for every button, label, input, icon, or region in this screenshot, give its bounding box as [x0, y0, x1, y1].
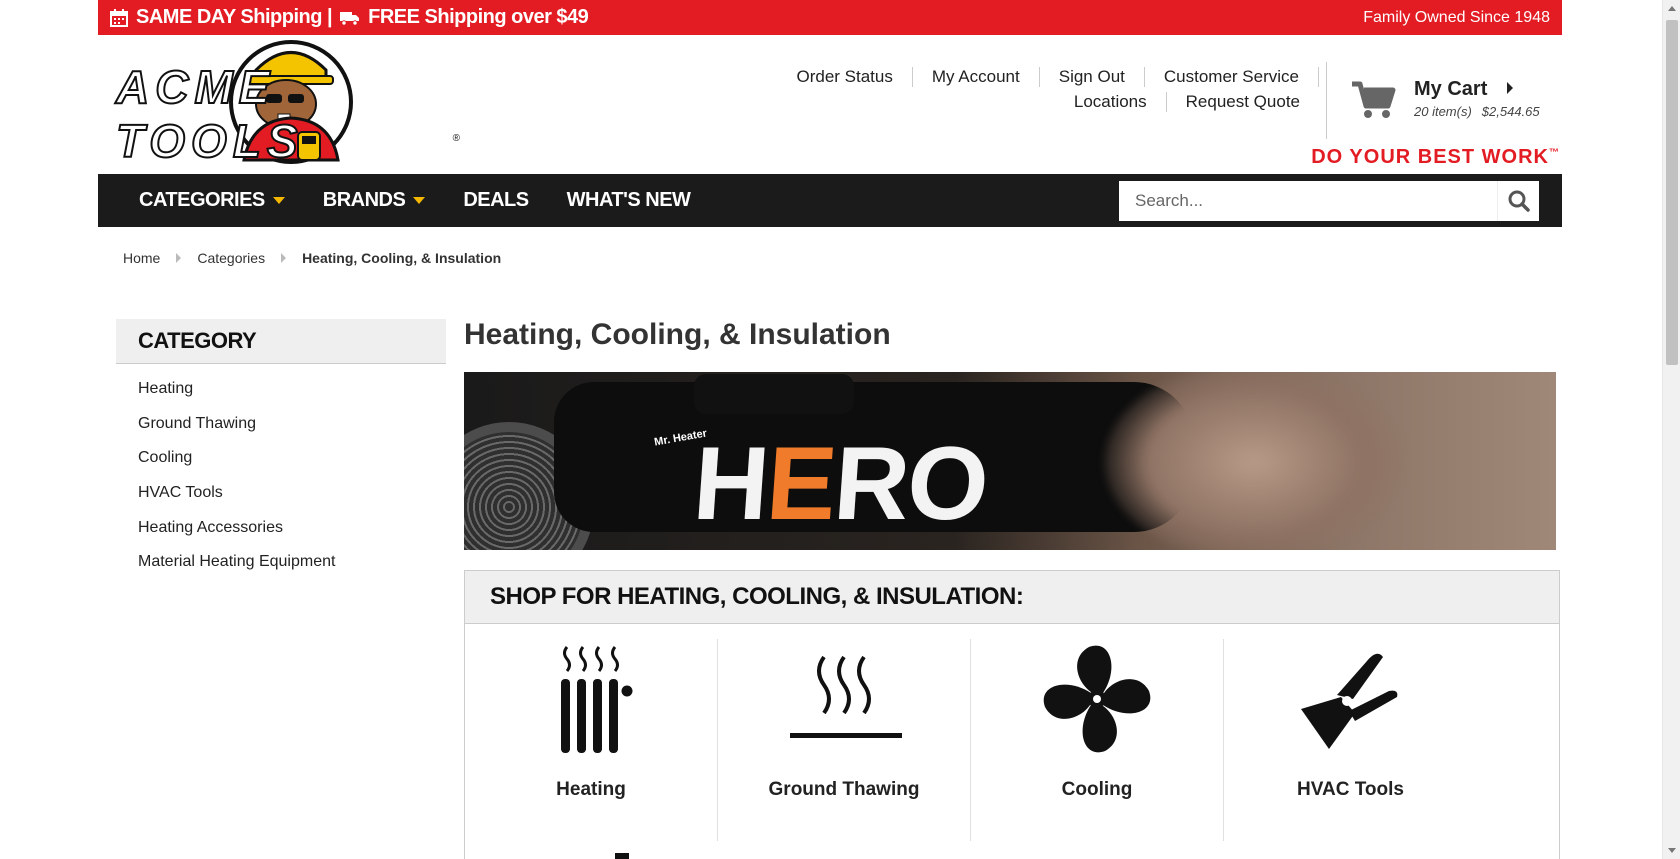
breadcrumb-home[interactable]: Home: [123, 250, 160, 266]
shopping-cart-icon: [1352, 81, 1396, 118]
scroll-down-arrow-icon[interactable]: [1668, 848, 1676, 853]
family-owned-text: Family Owned Since 1948: [1363, 8, 1550, 26]
account-links-row-2: Locations Request Quote: [759, 89, 1319, 114]
truck-icon: [340, 11, 360, 26]
shop-section: SHOP FOR HEATING, COOLING, & INSULATION:…: [464, 570, 1560, 859]
shop-grid: Heating Ground Thawing Cooling HVAC Tool…: [465, 624, 1559, 841]
search-input[interactable]: [1119, 181, 1497, 221]
promo-shipping[interactable]: SAME DAY Shipping | FREE Shipping over $…: [110, 6, 589, 29]
hero-word: HERO: [690, 426, 991, 542]
order-status-link[interactable]: Order Status: [777, 67, 911, 87]
sidebar-list: Heating Ground Thawing Cooling HVAC Tool…: [116, 380, 446, 588]
shop-tile-heating[interactable]: Heating: [465, 639, 718, 841]
nav-whats-new[interactable]: WHAT'S NEW: [567, 189, 691, 212]
breadcrumb-current: Heating, Cooling, & Insulation: [302, 250, 502, 266]
breadcrumb-separator-icon: [176, 253, 182, 263]
shop-tile-hvac-tools[interactable]: HVAC Tools: [1224, 639, 1477, 841]
nav-brands[interactable]: BRANDS: [323, 189, 426, 212]
breadcrumb-separator-icon: [281, 253, 287, 263]
crimper-icon: [1300, 653, 1397, 749]
breadcrumb: Home Categories Heating, Cooling, & Insu…: [123, 250, 501, 266]
shop-tile-cooling[interactable]: Cooling: [971, 639, 1224, 841]
sidebar-item-heating[interactable]: Heating: [138, 380, 446, 415]
heater-handle: [694, 374, 854, 414]
radiator-icon: [561, 646, 633, 753]
caret-down-icon: [272, 197, 285, 204]
nav-brands-label: BRANDS: [322, 189, 406, 211]
search-button[interactable]: [1497, 181, 1539, 221]
promo-same-day: SAME DAY Shipping |: [136, 6, 333, 28]
request-quote-link[interactable]: Request Quote: [1165, 91, 1319, 112]
logo-registered-mark: ®: [452, 133, 460, 144]
shop-tile-ground-thawing[interactable]: Ground Thawing: [718, 639, 971, 841]
shop-tile-cooling-label: Cooling: [1061, 779, 1133, 800]
customer-service-link[interactable]: Customer Service: [1143, 66, 1319, 87]
sign-out-link[interactable]: Sign Out: [1038, 66, 1144, 87]
my-account-link[interactable]: My Account: [911, 66, 1039, 87]
page-scrollbar[interactable]: [1662, 0, 1680, 859]
promo-bar: SAME DAY Shipping | FREE Shipping over $…: [98, 0, 1562, 35]
fan-icon: [1043, 645, 1151, 753]
locations-link[interactable]: Locations: [1055, 92, 1166, 112]
hero-banner[interactable]: Mr. Heater HERO: [464, 372, 1556, 550]
promo-free-shipping: FREE Shipping over $49: [368, 6, 589, 28]
account-links: Order Status My Account Sign Out Custome…: [759, 64, 1319, 114]
next-row-icon-peek: [615, 853, 629, 859]
sidebar-item-heating-accessories[interactable]: Heating Accessories: [138, 519, 446, 554]
cart-title: My Cart: [1414, 78, 1488, 100]
nav-deals[interactable]: DEALS: [463, 189, 529, 212]
main-nav: CATEGORIES BRANDS DEALS WHAT'S NEW: [98, 174, 1562, 227]
sidebar-heading: CATEGORY: [116, 319, 446, 364]
hero-word-h: H: [689, 426, 772, 542]
tagline: DO YOUR BEST WORK™: [1311, 146, 1560, 169]
nav-categories-label: CATEGORIES: [139, 189, 265, 211]
search-icon: [1508, 190, 1530, 212]
scrollbar-thumb[interactable]: [1666, 20, 1678, 365]
account-links-row-1: Order Status My Account Sign Out Custome…: [759, 64, 1319, 89]
cart-item-count: 20 item(s): [1414, 104, 1472, 119]
shop-tile-hvac-tools-label: HVAC Tools: [1297, 779, 1404, 800]
breadcrumb-categories[interactable]: Categories: [197, 250, 265, 266]
category-sidebar: CATEGORY Heating Ground Thawing Cooling …: [116, 319, 446, 588]
shop-tile-heating-label: Heating: [556, 779, 626, 800]
logo-wordmark: ACME TOOLS: [115, 60, 304, 168]
hero-word-e: E: [763, 426, 839, 542]
nav-categories[interactable]: CATEGORIES: [139, 189, 285, 212]
search-box: [1119, 181, 1539, 221]
sidebar-item-material-heating-equipment[interactable]: Material Heating Equipment: [138, 553, 446, 588]
mini-cart[interactable]: My Cart 20 item(s) $2,544.65: [1350, 76, 1560, 126]
scroll-up-arrow-icon[interactable]: [1668, 6, 1676, 11]
sidebar-item-cooling[interactable]: Cooling: [138, 449, 446, 484]
trademark-symbol: ™: [1549, 147, 1560, 159]
cart-summary: 20 item(s) $2,544.65: [1414, 104, 1540, 119]
nav-deals-label: DEALS: [463, 189, 529, 211]
caret-down-icon: [413, 197, 426, 204]
shop-tile-ground-thawing-label: Ground Thawing: [768, 779, 920, 800]
heat-waves-icon: [790, 655, 902, 738]
site-logo[interactable]: ACME TOOLS ®: [115, 40, 466, 170]
nav-whats-new-label: WHAT'S NEW: [566, 189, 691, 211]
shop-heading: SHOP FOR HEATING, COOLING, & INSULATION:: [465, 571, 1559, 624]
page-title: Heating, Cooling, & Insulation: [464, 318, 891, 351]
caret-right-icon: [1507, 82, 1513, 94]
tagline-text: DO YOUR BEST WORK: [1311, 146, 1549, 168]
cart-total: $2,544.65: [1481, 104, 1540, 119]
calendar-icon: [110, 8, 128, 27]
cart-divider: [1326, 62, 1327, 139]
sidebar-item-hvac-tools[interactable]: HVAC Tools: [138, 484, 446, 519]
hero-word-ro: RO: [830, 426, 991, 542]
hand-image: [1104, 372, 1404, 550]
sidebar-item-ground-thawing[interactable]: Ground Thawing: [138, 415, 446, 450]
